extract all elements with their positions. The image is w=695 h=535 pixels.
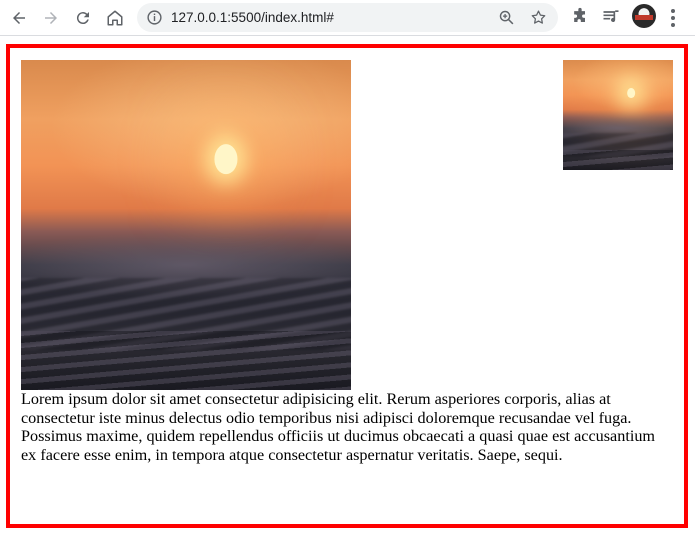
content-container: Lorem ipsum dolor sit amet consectetur a… <box>6 44 688 528</box>
back-button[interactable] <box>6 5 32 31</box>
info-icon[interactable] <box>146 9 163 26</box>
sunset-ocean-small-image <box>563 60 673 170</box>
lorem-paragraph: Lorem ipsum dolor sit amet consectetur a… <box>21 390 656 464</box>
home-icon <box>107 10 123 26</box>
forward-button[interactable] <box>38 5 64 31</box>
browser-toolbar: 127.0.0.1:5500/index.html# <box>0 0 695 36</box>
star-icon[interactable] <box>530 9 547 26</box>
sunset-ocean-large-image <box>21 60 351 390</box>
playlist-icon[interactable] <box>601 7 621 27</box>
puzzle-icon[interactable] <box>570 7 590 27</box>
url-text[interactable]: 127.0.0.1:5500/index.html# <box>171 10 334 25</box>
reload-icon <box>76 12 89 25</box>
avatar[interactable] <box>632 4 656 28</box>
zoom-icon[interactable] <box>498 9 515 26</box>
reload-button[interactable] <box>70 5 96 31</box>
address-bar[interactable]: 127.0.0.1:5500/index.html# <box>137 3 558 32</box>
kebab-icon[interactable] <box>671 9 675 27</box>
arrow-left-icon <box>13 12 25 24</box>
arrow-right-icon <box>45 12 57 24</box>
home-button[interactable] <box>102 5 128 31</box>
